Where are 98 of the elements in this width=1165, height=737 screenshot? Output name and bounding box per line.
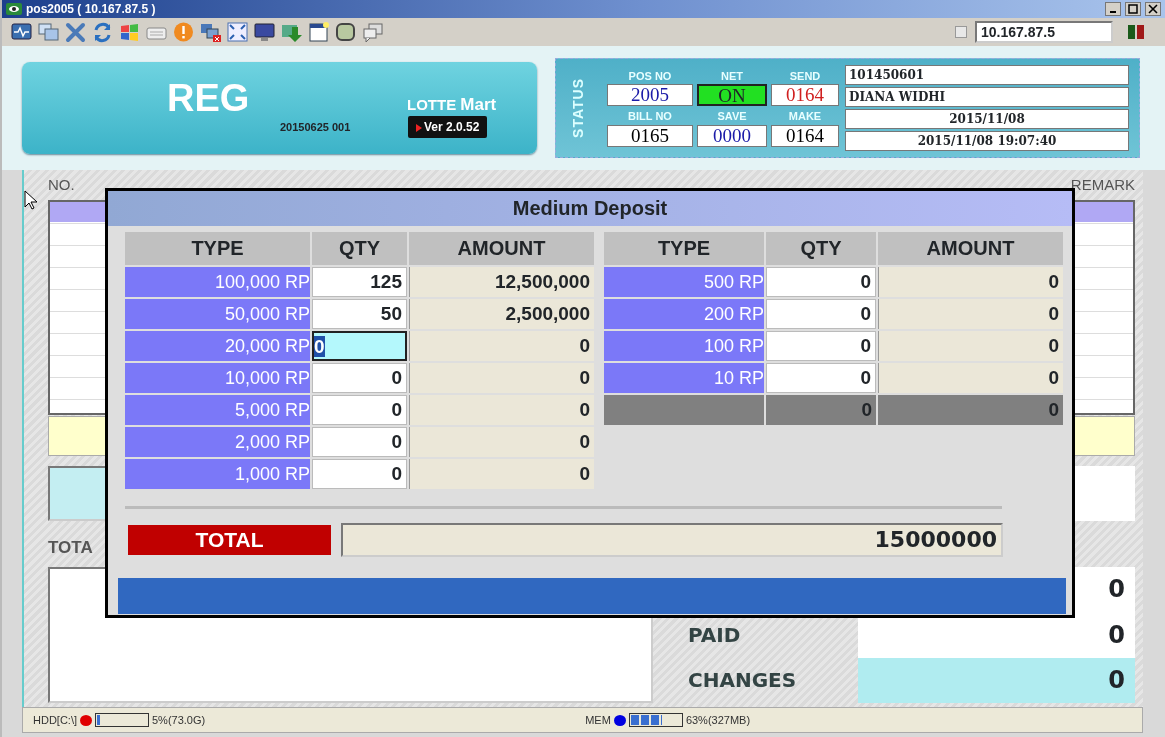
meter-label: HDD[C:\] bbox=[33, 712, 77, 728]
ip-checkbox[interactable] bbox=[955, 26, 967, 38]
column-header: NO. bbox=[48, 174, 75, 195]
quantity-field[interactable]: 0 bbox=[766, 363, 876, 393]
status-field-value: 0164 bbox=[771, 84, 839, 106]
status-field-label: MAKE bbox=[787, 109, 823, 124]
blank-panel bbox=[1075, 466, 1135, 521]
app-eye-icon bbox=[6, 3, 22, 15]
quantity-field[interactable]: 0 bbox=[766, 299, 876, 329]
brand-logo: LOTTE Mart bbox=[407, 94, 497, 116]
status-field-label: NET bbox=[720, 68, 744, 84]
amount-value: 0 bbox=[878, 331, 1063, 361]
quantity-field[interactable]: 0 bbox=[312, 395, 407, 425]
amount-value: 2,500,000 bbox=[409, 299, 594, 329]
column-header: TYPE bbox=[125, 232, 310, 265]
quantity-field[interactable]: 50 bbox=[312, 299, 407, 329]
column-header: QTY bbox=[766, 232, 876, 265]
column-header: QTY bbox=[312, 232, 407, 265]
summary-label: PAID bbox=[687, 621, 742, 649]
amount-value: 0 bbox=[878, 363, 1063, 393]
maximize-icon bbox=[1128, 4, 1138, 14]
denomination-label: 20,000 RP bbox=[125, 331, 310, 361]
monitor-icon[interactable] bbox=[253, 21, 276, 43]
total-label: TOTA bbox=[48, 537, 93, 559]
four-color-flag-icon[interactable] bbox=[118, 21, 141, 43]
status-field-label: SEND bbox=[788, 68, 822, 84]
amount-value: 0 bbox=[409, 331, 594, 361]
column-header: REMARK bbox=[1070, 174, 1135, 195]
quantity-field[interactable]: 0 bbox=[766, 331, 876, 361]
denomination-label: 200 RP bbox=[604, 299, 764, 329]
network-indicator: ON bbox=[697, 84, 767, 106]
total-value: 15000000 bbox=[341, 523, 1003, 557]
subtotal-amount: 0 bbox=[878, 395, 1063, 425]
close-button[interactable] bbox=[1145, 2, 1161, 16]
rounded-square-icon[interactable] bbox=[334, 21, 357, 43]
denomination-label: 2,000 RP bbox=[125, 427, 310, 457]
info-field: 101450601 bbox=[845, 65, 1129, 85]
denomination-label: 5,000 RP bbox=[125, 395, 310, 425]
column-header: TYPE bbox=[604, 232, 764, 265]
denomination-label: 100,000 RP bbox=[125, 267, 310, 297]
status-field-value: 2005 bbox=[607, 84, 693, 106]
denomination-label: 10,000 RP bbox=[125, 363, 310, 393]
column-header: AMOUNT bbox=[409, 232, 594, 265]
amount-value: 12,500,000 bbox=[409, 267, 594, 297]
bullet-icon bbox=[416, 123, 422, 132]
connection-indicator-icon bbox=[1127, 24, 1145, 40]
status-field-value: 0000 bbox=[697, 124, 767, 147]
denomination-label: 100 RP bbox=[604, 331, 764, 361]
quantity-field[interactable]: 125 bbox=[312, 267, 407, 297]
amount-value: 0 bbox=[409, 363, 594, 393]
quantity-field[interactable]: 0 bbox=[312, 427, 407, 457]
quantity-field[interactable]: 0 bbox=[312, 363, 407, 393]
maximize-button[interactable] bbox=[1125, 2, 1141, 16]
minimize-icon bbox=[1110, 11, 1116, 13]
status-label: STATUS bbox=[569, 78, 587, 138]
tools-icon[interactable] bbox=[64, 21, 87, 43]
total-label: TOTAL bbox=[128, 525, 331, 555]
window-title: pos2005 ( 10.167.87.5 ) bbox=[26, 1, 156, 18]
monitor-pulse-icon[interactable] bbox=[10, 21, 33, 43]
build-label: 20150625 001 bbox=[280, 120, 351, 135]
close-icon bbox=[1148, 4, 1158, 14]
quantity-field[interactable]: 0 bbox=[766, 267, 876, 297]
network-error-icon[interactable] bbox=[199, 21, 222, 43]
mouse-pointer-icon bbox=[24, 190, 38, 210]
status-field-label: POS NO bbox=[627, 68, 673, 84]
info-field: 2015/11/08 bbox=[845, 109, 1129, 129]
version-badge: Ver 2.0.52 bbox=[408, 116, 488, 138]
summary-value: 0 bbox=[858, 657, 1135, 703]
quantity-field[interactable]: 0 bbox=[312, 459, 407, 489]
status-field-label: SAVE bbox=[716, 109, 748, 124]
denomination-label: 10 RP bbox=[604, 363, 764, 393]
column-header: AMOUNT bbox=[878, 232, 1063, 265]
fullscreen-icon[interactable] bbox=[226, 21, 249, 43]
minimize-button[interactable] bbox=[1105, 2, 1121, 16]
subtotal-quantity: 0 bbox=[766, 395, 876, 425]
denomination-label: 500 RP bbox=[604, 267, 764, 297]
amount-value: 0 bbox=[409, 427, 594, 457]
amount-value: 0 bbox=[878, 299, 1063, 329]
amount-value: 0 bbox=[878, 267, 1063, 297]
denomination-label: 50,000 RP bbox=[125, 299, 310, 329]
meter-label: MEM bbox=[585, 712, 611, 728]
amount-value: 0 bbox=[409, 459, 594, 489]
denomination-label: 1,000 RP bbox=[125, 459, 310, 489]
ip-address-field[interactable]: 10.167.87.5 bbox=[975, 21, 1113, 43]
mode-title: REG bbox=[167, 76, 250, 121]
info-field: 2015/11/08 19:07:40 bbox=[845, 131, 1129, 151]
status-field-label: BILL NO bbox=[627, 109, 673, 124]
status-field-value: 0165 bbox=[607, 124, 693, 147]
window-icon[interactable] bbox=[307, 21, 330, 43]
summary-label: CHANGES bbox=[687, 667, 798, 695]
info-field: DIANA WIDHI bbox=[845, 87, 1129, 107]
meter-reading: 5%(73.0G) bbox=[152, 712, 206, 728]
quantity-field[interactable]: 0 bbox=[312, 331, 407, 361]
status-field-value: 0164 bbox=[771, 124, 839, 147]
meter-reading: 63%(327MB) bbox=[685, 712, 751, 728]
chat-bubbles-icon[interactable] bbox=[361, 21, 384, 43]
amount-value: 0 bbox=[409, 395, 594, 425]
dialog-title: Medium Deposit bbox=[108, 191, 1072, 226]
